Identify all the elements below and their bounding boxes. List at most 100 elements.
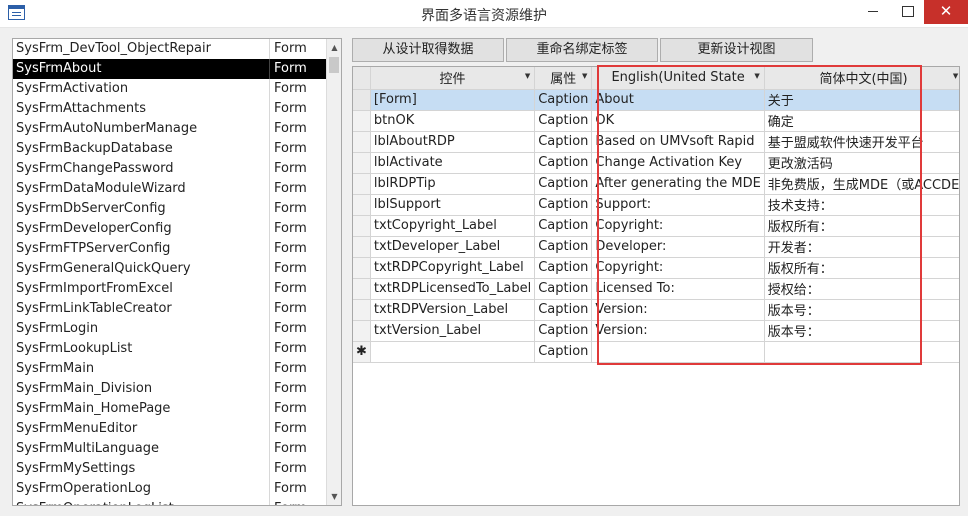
table-row[interactable]: [Form] Caption About 关于	[353, 89, 959, 111]
list-item[interactable]: SysFrmActivation Form	[13, 79, 341, 99]
table-row[interactable]: lblRDPTip Caption After generating the MDE…	[353, 173, 959, 195]
chevron-down-icon[interactable]: ▼	[525, 72, 530, 80]
grid-cell-property[interactable]: Caption	[534, 278, 593, 300]
list-item[interactable]: SysFrmFTPServerConfig Form	[13, 239, 341, 259]
row-selector[interactable]	[353, 152, 371, 174]
grid-cell-property[interactable]: Caption	[534, 236, 593, 258]
list-item[interactable]: SysFrmAttachments Form	[13, 99, 341, 119]
row-selector[interactable]	[353, 299, 371, 321]
grid-cell-property[interactable]: Caption	[534, 110, 593, 132]
grid-cell-control[interactable]	[370, 341, 536, 363]
chevron-down-icon[interactable]: ▼	[582, 72, 587, 80]
row-selector[interactable]	[353, 278, 371, 300]
grid-cell-property[interactable]: Caption	[534, 131, 593, 153]
chevron-down-icon[interactable]: ▼	[953, 72, 958, 80]
list-item[interactable]: SysFrmMain Form	[13, 359, 341, 379]
grid-cell-property[interactable]: Caption	[534, 173, 593, 195]
minimize-button[interactable]	[856, 0, 890, 24]
grid-cell-chinese[interactable]: 版本号：	[764, 320, 959, 342]
new-record-marker-icon[interactable]: ✱	[353, 341, 371, 363]
list-item[interactable]: SysFrmLogin Form	[13, 319, 341, 339]
grid-cell-chinese[interactable]: 非免费版，生成MDE（或ACCDE	[764, 173, 959, 195]
grid-cell-control[interactable]: [Form]	[370, 89, 536, 111]
list-item[interactable]: SysFrmMultiLanguage Form	[13, 439, 341, 459]
grid-cell-chinese[interactable]: 版权所有：	[764, 215, 959, 237]
grid-cell-chinese[interactable]: 开发者：	[764, 236, 959, 258]
list-item[interactable]: SysFrmImportFromExcel Form	[13, 279, 341, 299]
form-list-scrollbar[interactable]: ▲ ▼	[326, 39, 341, 505]
grid-cell-english[interactable]: About	[591, 89, 765, 111]
grid-cell-english[interactable]: Version:	[591, 320, 765, 342]
column-header-control[interactable]: 控件 ▼	[370, 67, 536, 90]
grid-cell-english[interactable]: Version:	[591, 299, 765, 321]
grid-cell-property[interactable]: Caption	[534, 257, 593, 279]
grid-cell-chinese[interactable]: 关于	[764, 89, 959, 111]
table-row[interactable]: lblSupport Caption Support: 技术支持：	[353, 194, 959, 216]
scroll-thumb[interactable]	[329, 57, 339, 73]
scroll-up-arrow-icon[interactable]: ▲	[327, 39, 341, 56]
row-selector[interactable]	[353, 215, 371, 237]
select-all-corner[interactable]	[353, 67, 371, 90]
grid-cell-control[interactable]: lblActivate	[370, 152, 536, 174]
grid-cell-chinese[interactable]: 版权所有：	[764, 257, 959, 279]
grid-cell-property[interactable]: Caption	[534, 152, 593, 174]
grid-cell-property[interactable]: Caption	[534, 215, 593, 237]
row-selector[interactable]	[353, 236, 371, 258]
row-selector[interactable]	[353, 320, 371, 342]
grid-cell-control[interactable]: txtCopyright_Label	[370, 215, 536, 237]
table-row[interactable]: txtVersion_Label Caption Version: 版本号：	[353, 320, 959, 342]
list-item[interactable]: SysFrmGeneralQuickQuery Form	[13, 259, 341, 279]
table-row[interactable]: lblActivate Caption Change Activation Key 更…	[353, 152, 959, 174]
table-row[interactable]: txtRDPCopyright_Label Caption Copyright: 版权…	[353, 257, 959, 279]
grid-cell-property[interactable]: Caption	[534, 341, 593, 363]
grid-cell-english[interactable]: Support:	[591, 194, 765, 216]
column-header-english[interactable]: English(United State ▼	[591, 67, 765, 90]
grid-cell-english[interactable]: Licensed To:	[591, 278, 765, 300]
grid-cell-control[interactable]: txtDeveloper_Label	[370, 236, 536, 258]
list-item[interactable]: SysFrmOperationLog Form	[13, 479, 341, 499]
list-item[interactable]: SysFrmMain_Division Form	[13, 379, 341, 399]
table-row[interactable]: txtDeveloper_Label Caption Developer: 开发者：	[353, 236, 959, 258]
list-item[interactable]: SysFrmOperationLogListForm	[13, 499, 341, 505]
grid-cell-chinese[interactable]	[764, 341, 959, 363]
grid-cell-property[interactable]: Caption	[534, 194, 593, 216]
form-list[interactable]: SysFrm_DevTool_ObjectRepair Form SysFrmAbo…	[12, 38, 342, 506]
list-item[interactable]: SysFrmLookupList Form	[13, 339, 341, 359]
list-item[interactable]: SysFrmDbServerConfig Form	[13, 199, 341, 219]
grid-cell-english[interactable]	[591, 341, 765, 363]
column-header-chinese[interactable]: 简体中文(中国) ▼	[764, 67, 959, 90]
grid-cell-english[interactable]: Developer:	[591, 236, 765, 258]
row-selector[interactable]	[353, 194, 371, 216]
table-row[interactable]: txtCopyright_Label Caption Copyright: 版权所有：	[353, 215, 959, 237]
grid-cell-control[interactable]: txtVersion_Label	[370, 320, 536, 342]
grid-cell-chinese[interactable]: 授权给：	[764, 278, 959, 300]
list-item[interactable]: SysFrm_DevTool_ObjectRepair Form	[13, 39, 341, 59]
grid-cell-control[interactable]: txtRDPVersion_Label	[370, 299, 536, 321]
grid-cell-property[interactable]: Caption	[534, 320, 593, 342]
maximize-button[interactable]	[890, 0, 924, 24]
table-row[interactable]: txtRDPVersion_Label Caption Version: 版本号：	[353, 299, 959, 321]
new-record-row[interactable]: ✱ Caption	[353, 341, 959, 363]
grid-cell-chinese[interactable]: 技术支持：	[764, 194, 959, 216]
table-row[interactable]: lblAboutRDP Caption Based on UMVsoft Rapid…	[353, 131, 959, 153]
grid-cell-english[interactable]: OK	[591, 110, 765, 132]
grid-cell-control[interactable]: btnOK	[370, 110, 536, 132]
grid-cell-english[interactable]: After generating the MDE	[591, 173, 765, 195]
grid-cell-chinese[interactable]: 基于盟威软件快速开发平台	[764, 131, 959, 153]
grid-cell-chinese[interactable]: 版本号：	[764, 299, 959, 321]
row-selector[interactable]	[353, 110, 371, 132]
list-item[interactable]: SysFrmLinkTableCreator Form	[13, 299, 341, 319]
list-item[interactable]: SysFrmDeveloperConfig Form	[13, 219, 341, 239]
resource-grid[interactable]: 控件 ▼ 属性 ▼ English(United State ▼ 简体中文(中国) ▼ …	[352, 66, 960, 506]
list-item[interactable]: SysFrmMySettings Form	[13, 459, 341, 479]
grid-cell-english[interactable]: Based on UMVsoft Rapid	[591, 131, 765, 153]
close-button[interactable]: ✕	[924, 0, 968, 24]
row-selector[interactable]	[353, 173, 371, 195]
list-item[interactable]: SysFrmMain_HomePage Form	[13, 399, 341, 419]
list-item[interactable]: SysFrmMenuEditor Form	[13, 419, 341, 439]
table-row[interactable]: txtRDPLicensedTo_Label Caption Licensed To…	[353, 278, 959, 300]
list-item[interactable]: SysFrmAbout Form	[13, 59, 341, 79]
grid-cell-property[interactable]: Caption	[534, 89, 593, 111]
grid-cell-english[interactable]: Copyright:	[591, 215, 765, 237]
list-item[interactable]: SysFrmBackupDatabase Form	[13, 139, 341, 159]
